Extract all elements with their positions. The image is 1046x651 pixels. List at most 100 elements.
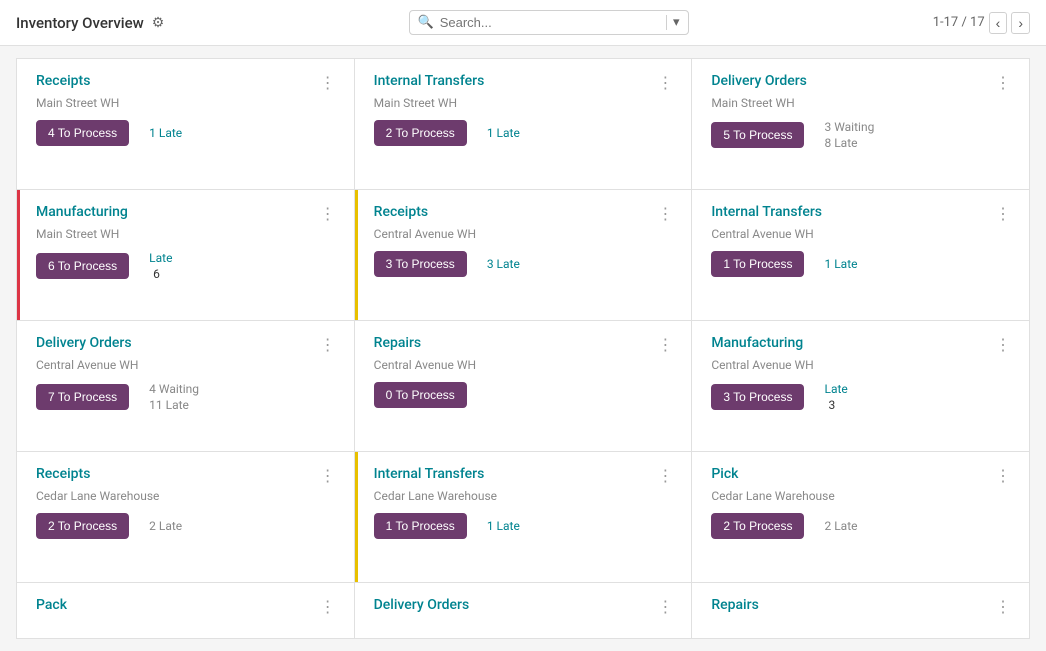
search-dropdown-icon[interactable]: ▾ <box>666 15 680 30</box>
search-input[interactable] <box>440 15 662 30</box>
card-menu-icon[interactable]: ⋮ <box>318 597 338 616</box>
card-title[interactable]: Repairs <box>374 335 421 351</box>
card-card-10: Receipts ⋮ Cedar Lane Warehouse 2 To Pro… <box>17 452 354 582</box>
card-card-4: Manufacturing ⋮ Main Street WH 6 To Proc… <box>17 190 354 320</box>
card-subtitle: Central Avenue WH <box>36 358 338 372</box>
card-body: 4 To Process 1 Late <box>36 120 338 146</box>
card-subtitle: Central Avenue WH <box>711 227 1013 241</box>
stat-late: 1 Late <box>824 257 857 271</box>
card-subtitle: Main Street WH <box>36 227 338 241</box>
card-card-8: Repairs ⋮ Central Avenue WH 0 To Process <box>355 321 692 451</box>
card-menu-icon[interactable]: ⋮ <box>655 597 675 616</box>
card-menu-icon[interactable]: ⋮ <box>318 204 338 223</box>
card-card-12: Pick ⋮ Cedar Lane Warehouse 2 To Process… <box>692 452 1029 582</box>
stat-late: 1 Late <box>149 126 182 140</box>
card-menu-icon[interactable]: ⋮ <box>993 597 1013 616</box>
stat-waiting: 3 Waiting <box>824 120 874 134</box>
card-stats: 1 Late <box>149 126 182 140</box>
next-page-button[interactable]: › <box>1011 12 1030 34</box>
card-card-3: Delivery Orders ⋮ Main Street WH 5 To Pr… <box>692 59 1029 189</box>
search-icon: 🔍 <box>418 15 434 30</box>
card-body: 5 To Process 3 Waiting8 Late <box>711 120 1013 150</box>
stat-waiting: 4 Waiting <box>149 382 199 396</box>
card-stats: Late6 <box>149 251 172 281</box>
card-menu-icon[interactable]: ⋮ <box>993 204 1013 223</box>
card-body: 2 To Process 1 Late <box>374 120 676 146</box>
process-button[interactable]: 4 To Process <box>36 120 129 146</box>
card-card-6: Internal Transfers ⋮ Central Avenue WH 1… <box>692 190 1029 320</box>
card-subtitle: Main Street WH <box>374 96 676 110</box>
card-menu-icon[interactable]: ⋮ <box>318 335 338 354</box>
card-title[interactable]: Internal Transfers <box>374 73 485 89</box>
stat-late: Late <box>149 251 172 265</box>
process-button[interactable]: 1 To Process <box>711 251 804 277</box>
card-subtitle: Main Street WH <box>711 96 1013 110</box>
gear-icon[interactable]: ⚙ <box>152 15 165 31</box>
process-button[interactable]: 3 To Process <box>711 384 804 410</box>
top-bar: Inventory Overview ⚙ 🔍 ▾ 1-17 / 17 ‹ › <box>0 0 1046 46</box>
main-content: Receipts ⋮ Main Street WH 4 To Process 1… <box>0 46 1046 651</box>
process-button[interactable]: 2 To Process <box>711 513 804 539</box>
card-menu-icon[interactable]: ⋮ <box>655 204 675 223</box>
stat-waiting: 2 Late <box>824 519 857 533</box>
process-button[interactable]: 6 To Process <box>36 253 129 279</box>
card-stats: 1 Late <box>824 257 857 271</box>
card-subtitle: Cedar Lane Warehouse <box>711 489 1013 503</box>
prev-page-button[interactable]: ‹ <box>989 12 1008 34</box>
process-button[interactable]: 2 To Process <box>36 513 129 539</box>
stat-waiting: 11 Late <box>149 398 199 412</box>
card-body: 7 To Process 4 Waiting 11 Late <box>36 382 338 412</box>
cards-grid: Receipts ⋮ Main Street WH 4 To Process 1… <box>16 58 1030 639</box>
card-subtitle: Central Avenue WH <box>711 358 1013 372</box>
card-menu-icon[interactable]: ⋮ <box>993 466 1013 485</box>
card-menu-icon[interactable]: ⋮ <box>655 73 675 92</box>
process-button[interactable]: 5 To Process <box>711 122 804 148</box>
card-subtitle: Central Avenue WH <box>374 358 676 372</box>
stat-waiting: 2 Late <box>149 519 182 533</box>
card-stats: 2 Late <box>149 519 182 533</box>
card-card-5: Receipts ⋮ Central Avenue WH 3 To Proces… <box>355 190 692 320</box>
card-stats: 3 Waiting8 Late <box>824 120 874 150</box>
card-title[interactable]: Receipts <box>36 73 90 89</box>
card-subtitle: Cedar Lane Warehouse <box>374 489 676 503</box>
process-button[interactable]: 1 To Process <box>374 513 467 539</box>
card-body: 2 To Process 2 Late <box>711 513 1013 539</box>
card-menu-icon[interactable]: ⋮ <box>655 466 675 485</box>
card-title[interactable]: Repairs <box>711 597 758 613</box>
card-title[interactable]: Manufacturing <box>36 204 128 220</box>
stat-late: Late <box>824 382 847 396</box>
process-button[interactable]: 3 To Process <box>374 251 467 277</box>
stat-late: 1 Late <box>487 519 520 533</box>
process-button[interactable]: 2 To Process <box>374 120 467 146</box>
card-subtitle: Main Street WH <box>36 96 338 110</box>
card-menu-icon[interactable]: ⋮ <box>655 335 675 354</box>
card-card-15: Repairs ⋮ <box>692 583 1029 638</box>
top-bar-left: Inventory Overview ⚙ <box>16 14 164 32</box>
card-menu-icon[interactable]: ⋮ <box>993 73 1013 92</box>
card-title[interactable]: Receipts <box>374 204 428 220</box>
card-title[interactable]: Delivery Orders <box>36 335 132 351</box>
card-body: 0 To Process <box>374 382 676 408</box>
card-menu-icon[interactable]: ⋮ <box>993 335 1013 354</box>
card-title[interactable]: Internal Transfers <box>711 204 822 220</box>
card-card-14: Delivery Orders ⋮ <box>355 583 692 638</box>
card-title[interactable]: Manufacturing <box>711 335 803 351</box>
card-subtitle: Cedar Lane Warehouse <box>36 489 338 503</box>
card-title[interactable]: Delivery Orders <box>711 73 807 89</box>
card-body: 1 To Process 1 Late <box>374 513 676 539</box>
process-button[interactable]: 0 To Process <box>374 382 467 408</box>
card-title[interactable]: Pick <box>711 466 738 482</box>
card-card-1: Receipts ⋮ Main Street WH 4 To Process 1… <box>17 59 354 189</box>
card-menu-icon[interactable]: ⋮ <box>318 73 338 92</box>
page-title: Inventory Overview <box>16 14 144 32</box>
card-stats: 2 Late <box>824 519 857 533</box>
card-title[interactable]: Delivery Orders <box>374 597 470 613</box>
card-stats: 1 Late <box>487 126 520 140</box>
card-stats: Late3 <box>824 382 847 412</box>
process-button[interactable]: 7 To Process <box>36 384 129 410</box>
card-title[interactable]: Internal Transfers <box>374 466 485 482</box>
card-title[interactable]: Receipts <box>36 466 90 482</box>
card-card-13: Pack ⋮ <box>17 583 354 638</box>
card-menu-icon[interactable]: ⋮ <box>318 466 338 485</box>
card-title[interactable]: Pack <box>36 597 67 613</box>
